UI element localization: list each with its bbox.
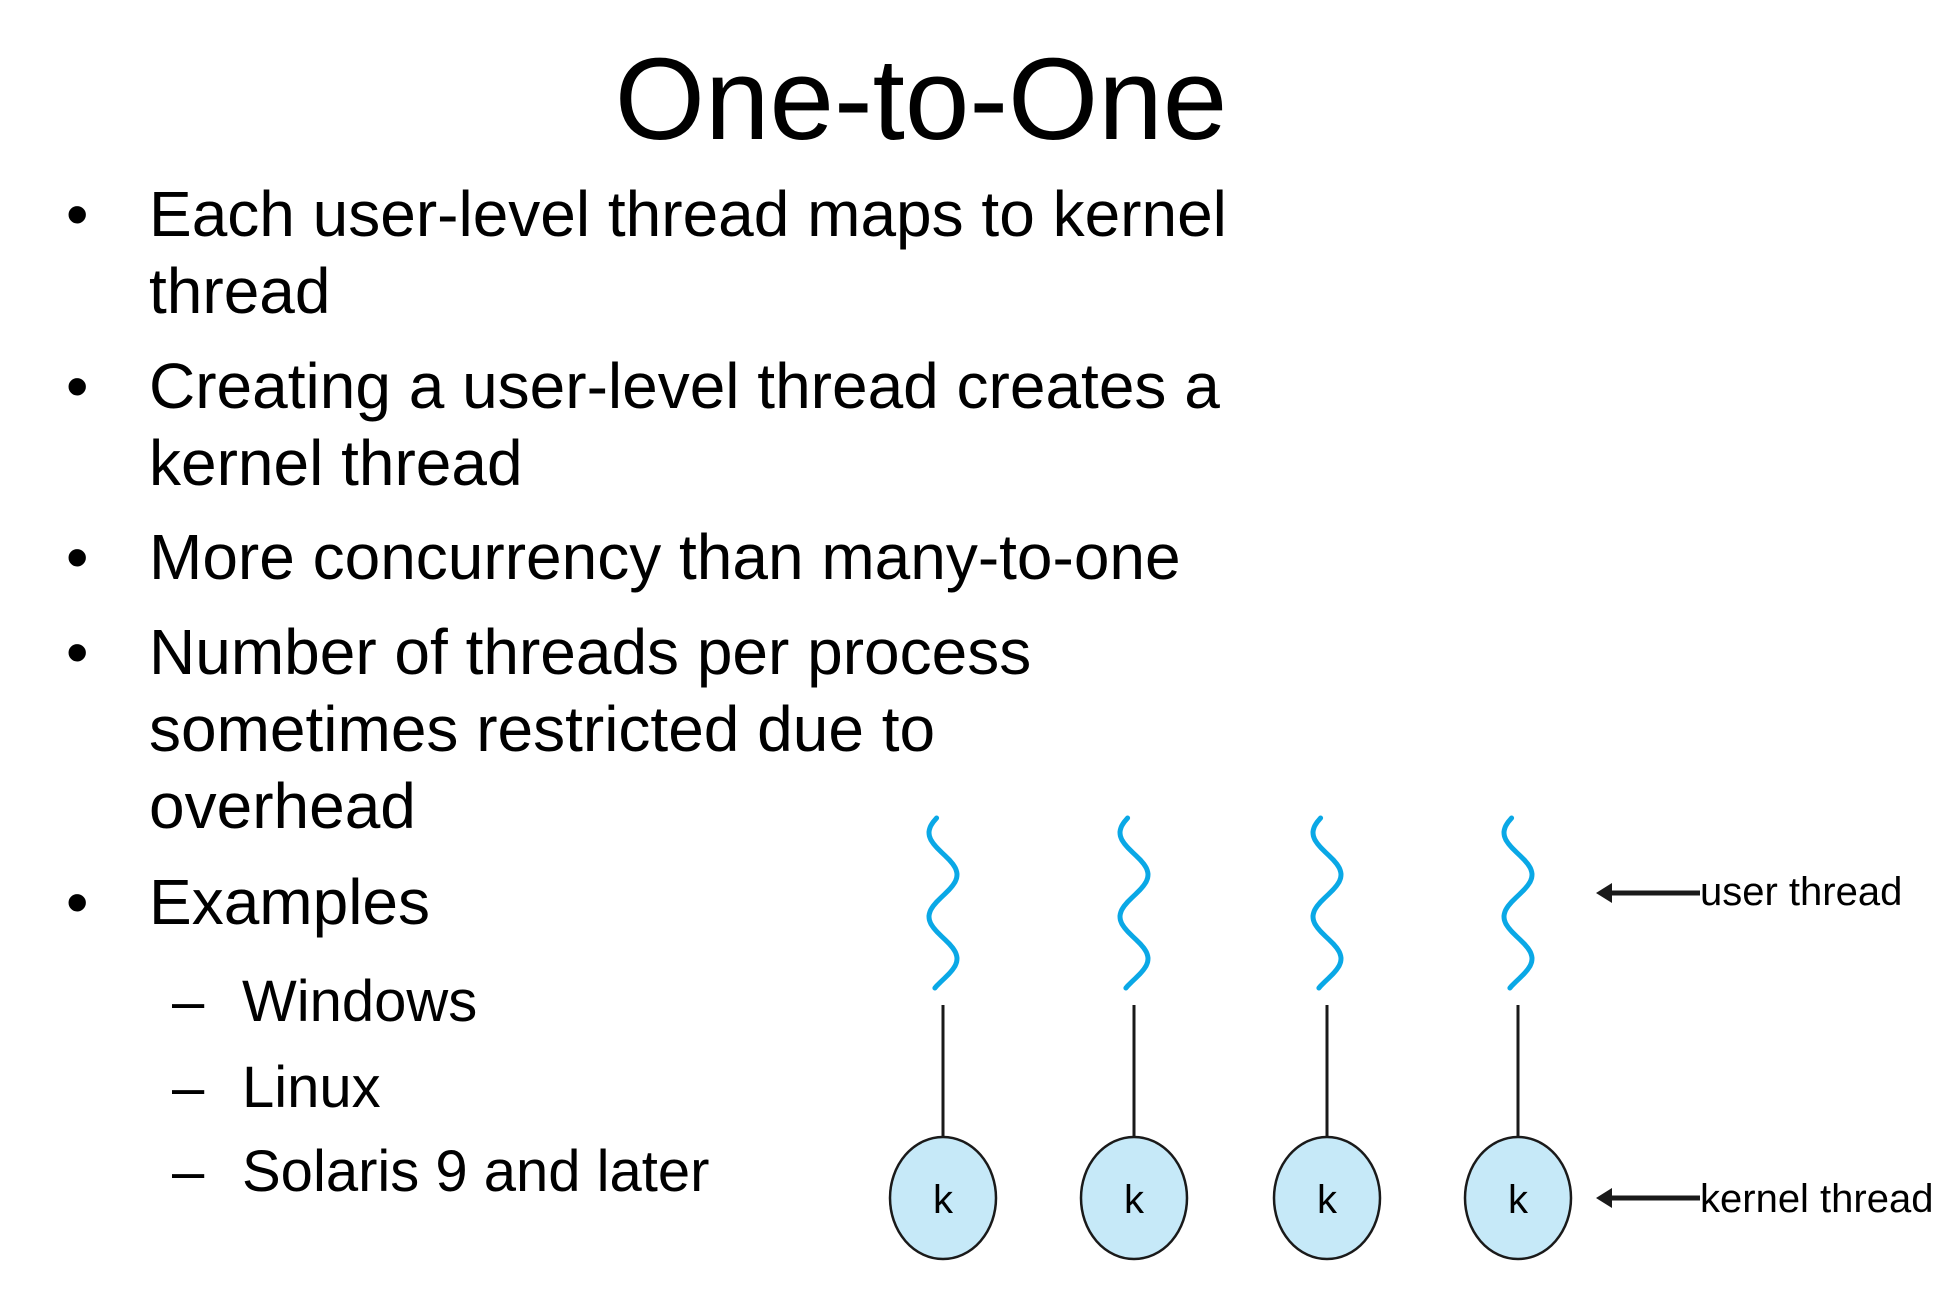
kernel-node-label: k	[1124, 1178, 1145, 1222]
kernel-node-label: k	[933, 1178, 954, 1222]
user-thread-wave	[1501, 815, 1535, 991]
one-to-one-diagram: k k k k user thread kernel thread	[888, 815, 1933, 1261]
user-thread-wave	[1117, 815, 1151, 991]
user-thread-label: user thread	[1700, 870, 1902, 914]
arrowhead-icon	[1596, 1188, 1612, 1208]
user-thread-wave	[1310, 815, 1344, 991]
kernel-node-label: k	[1317, 1178, 1338, 1222]
arrowhead-icon	[1596, 883, 1612, 903]
kernel-node-label: k	[1508, 1178, 1529, 1222]
kernel-thread-label: kernel thread	[1700, 1177, 1933, 1221]
user-thread-wave	[926, 815, 960, 991]
